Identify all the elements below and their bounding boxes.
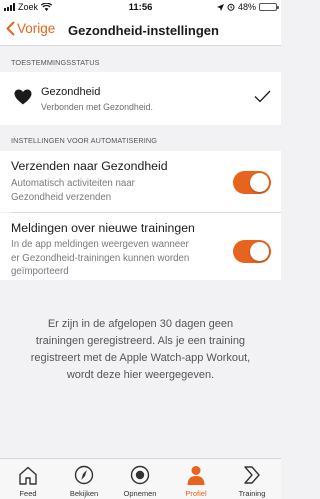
- tab-training[interactable]: Training: [224, 459, 280, 499]
- tab-bar: Feed Bekijken Opnemen Profiel Training: [0, 458, 281, 499]
- person-icon: [187, 466, 205, 485]
- battery-icon: [259, 3, 279, 11]
- tab-label: Training: [238, 489, 266, 498]
- heart-icon: [14, 89, 32, 105]
- send-to-health-desc-line1: Automatisch activiteiten naar: [11, 178, 135, 189]
- tab-label: Bekijken: [69, 489, 99, 498]
- no-workouts-info: Er zijn in de afgelopen 30 dagen geen tr…: [14, 316, 267, 384]
- back-button[interactable]: Vorige: [6, 21, 55, 36]
- workout-notifications-row: Meldingen over nieuwe trainingen In de a…: [0, 213, 281, 280]
- record-icon: [130, 465, 150, 485]
- toggle-knob: [250, 242, 269, 261]
- workout-notifications-desc-line3: geïmporteerd: [11, 266, 69, 277]
- send-to-health-row: Verzenden naar Gezondheid Automatisch ac…: [0, 151, 281, 212]
- chevron-left-icon: [6, 21, 15, 36]
- send-to-health-description: Automatisch activiteiten naar Gezondheid…: [11, 177, 135, 204]
- send-to-health-toggle[interactable]: [233, 171, 271, 194]
- tab-label: Opnemen: [123, 489, 157, 498]
- workout-notifications-desc-line2: er Gezondheid-trainingen kunnen worden: [11, 252, 190, 264]
- tab-feed[interactable]: Feed: [0, 459, 56, 499]
- info-line4: wordt deze hier weergegeven.: [66, 369, 215, 381]
- tab-label: Feed: [19, 489, 37, 498]
- workout-notifications-description: In de app meldingen weergeven wanneer er…: [11, 238, 189, 279]
- health-connection-row[interactable]: Gezondheid Verbonden met Gezondheid.: [0, 72, 281, 125]
- send-to-health-title: Verzenden naar Gezondheid: [11, 159, 168, 173]
- tab-label: Profiel: [185, 489, 207, 498]
- info-line2: trainingen geregistreerd. Als je een tra…: [35, 335, 246, 347]
- workout-notifications-title: Meldingen over nieuwe trainingen: [11, 221, 195, 235]
- send-to-health-desc-line2: Gezondheid verzenden: [11, 191, 112, 203]
- location-icon: [216, 3, 224, 11]
- health-title: Gezondheid: [41, 86, 101, 98]
- back-label: Vorige: [17, 21, 56, 36]
- info-line1: Er zijn in de afgelopen 30 dagen geen: [47, 318, 234, 330]
- section-header-automation: INSTELLINGEN VOOR AUTOMATISERING: [0, 125, 281, 151]
- chevron-right-icon: [244, 466, 260, 484]
- info-line3: registreert met de Apple Watch-app Worko…: [30, 352, 251, 364]
- page-title: Gezondheid-instellingen: [68, 23, 219, 38]
- health-subtitle: Verbonden met Gezondheid.: [41, 102, 153, 112]
- compass-icon: [74, 465, 94, 485]
- workout-notifications-desc-line1: In de app meldingen weergeven wanneer: [11, 239, 189, 250]
- alarm-icon: [227, 3, 235, 11]
- tab-explore[interactable]: Bekijken: [56, 459, 112, 499]
- toggle-knob: [250, 173, 269, 192]
- home-icon: [19, 466, 37, 485]
- section-header-permission: TOESTEMMINGSSTATUS: [0, 47, 281, 73]
- battery-percent: 48%: [237, 2, 256, 12]
- status-bar: Zoek 11:56 48%: [0, 0, 281, 16]
- tab-record[interactable]: Opnemen: [112, 459, 168, 499]
- status-right: 48%: [216, 2, 279, 12]
- tab-profile[interactable]: Profiel: [168, 459, 224, 499]
- workout-notifications-toggle[interactable]: [233, 240, 271, 263]
- checkmark-icon: [254, 90, 271, 103]
- navigation-bar: Vorige Gezondheid-instellingen: [0, 16, 281, 46]
